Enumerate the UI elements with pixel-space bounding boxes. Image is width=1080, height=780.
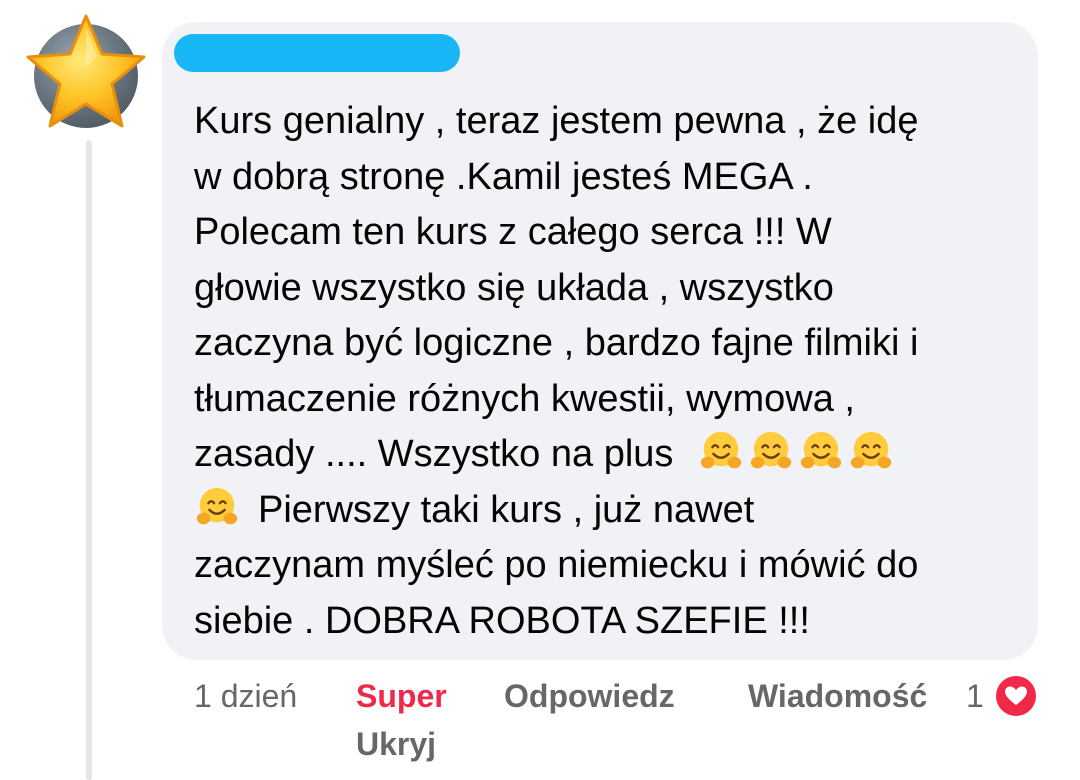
super-reaction-button[interactable]: Super bbox=[356, 672, 447, 720]
avatar[interactable] bbox=[26, 14, 146, 128]
comment-line: tłumaczenie różnych kwestii, wymowa , bbox=[194, 377, 855, 420]
comment-line-text: zasady .... Wszystko na plus bbox=[194, 433, 674, 475]
hugging-face-icon bbox=[700, 431, 742, 469]
comment-line: zaczynam myśleć po niemiecku i mówić do bbox=[194, 544, 919, 586]
comment-line-with-emoji: Pierwszy taki kurs , już nawet bbox=[194, 483, 1024, 539]
hugging-face-icon bbox=[850, 431, 892, 469]
thread-connector-line bbox=[86, 140, 92, 780]
comment-line: w dobrą stronę .Kamil jesteś MEGA . bbox=[194, 155, 813, 198]
comment-line: siebie . DOBRA ROBOTA SZEFIE !!! bbox=[194, 599, 810, 642]
star-icon bbox=[26, 14, 146, 128]
author-name-redacted[interactable] bbox=[174, 34, 460, 72]
comment-line: głowie wszystko się układa , wszystko bbox=[194, 266, 834, 309]
comment-line-text: Pierwszy taki kurs , już nawet bbox=[258, 488, 755, 531]
timestamp[interactable]: 1 dzień bbox=[194, 672, 297, 720]
reaction-badge[interactable] bbox=[994, 674, 1038, 718]
hide-button[interactable]: Ukryj bbox=[356, 720, 436, 768]
hugging-face-icon bbox=[800, 431, 842, 469]
comment-text: Kurs genialny , teraz jestem pewna , że … bbox=[194, 94, 1024, 649]
emoji-group bbox=[698, 431, 898, 475]
comment-line: Polecam ten kurs z całego serca !!! W bbox=[194, 211, 832, 253]
comment-thread: Kurs genialny , teraz jestem pewna , że … bbox=[0, 0, 1080, 780]
comment-line-with-emoji: zasady .... Wszystko na plus bbox=[194, 427, 1024, 483]
comment-line: Kurs genialny , teraz jestem pewna , że … bbox=[194, 100, 919, 142]
hugging-face-icon bbox=[750, 431, 792, 469]
reaction-count[interactable]: 1 bbox=[966, 672, 984, 720]
comment-line: zaczyna być logiczne , bardzo fajne film… bbox=[194, 322, 919, 364]
reply-button[interactable]: Odpowiedz bbox=[504, 672, 675, 720]
hugging-face-icon bbox=[196, 487, 238, 524]
message-button[interactable]: Wiadomość bbox=[748, 672, 927, 720]
heart-icon bbox=[996, 676, 1036, 716]
